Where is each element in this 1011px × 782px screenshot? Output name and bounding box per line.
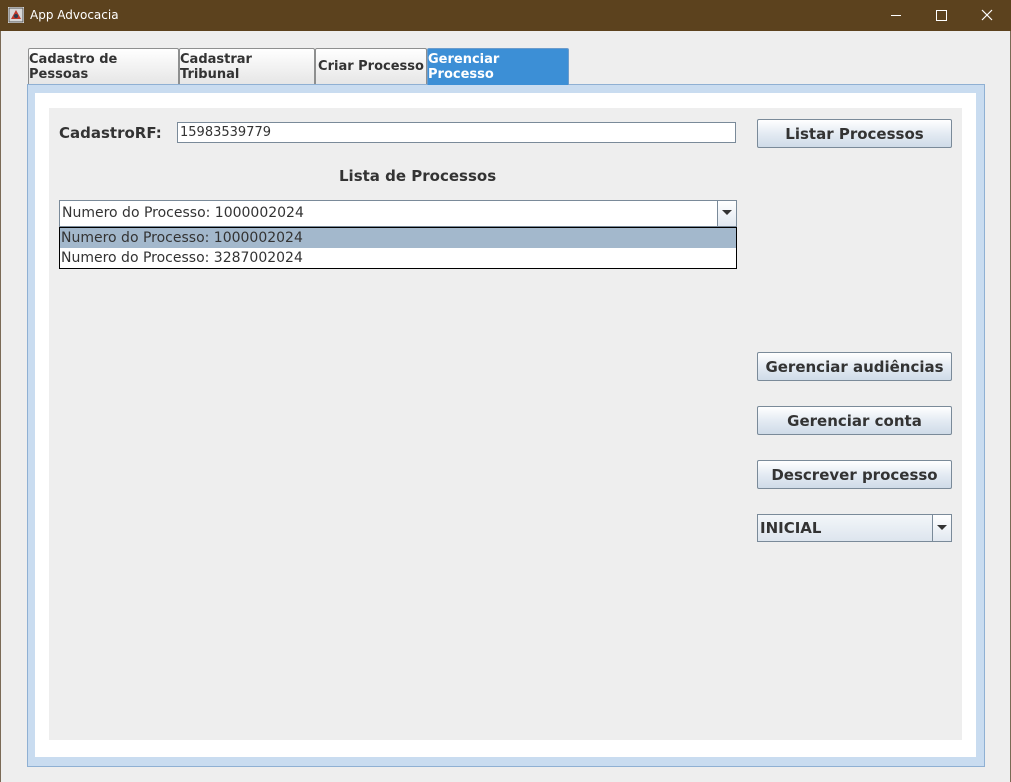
tab-criar-processo[interactable]: Criar Processo — [315, 48, 427, 84]
maximize-icon — [936, 10, 947, 21]
cadastro-rf-label: CadastroRF: — [59, 124, 162, 142]
chevron-down-icon — [937, 525, 947, 530]
cadastro-rf-input[interactable]: 15983539779 — [177, 122, 736, 143]
window-title: App Advocacia — [30, 8, 119, 22]
processo-combo-value: Numero do Processo: 1000002024 — [62, 205, 304, 221]
gerenciar-audiencias-button[interactable]: Gerenciar audiências — [757, 352, 952, 381]
status-combo-value: INICIAL — [760, 519, 822, 537]
listar-processos-button[interactable]: Listar Processos — [757, 119, 952, 148]
minimize-icon — [891, 15, 901, 16]
processo-option[interactable]: Numero do Processo: 1000002024 — [60, 228, 736, 248]
processo-combo[interactable]: Numero do Processo: 1000002024 — [59, 200, 737, 227]
close-icon — [981, 9, 993, 21]
title-bar: App Advocacia — [0, 0, 1011, 31]
close-button[interactable] — [964, 0, 1010, 31]
gerenciar-conta-button[interactable]: Gerenciar conta — [757, 406, 952, 435]
tab-gerenciar-processo[interactable]: Gerenciar Processo — [427, 48, 569, 85]
lista-processos-title: Lista de Processos — [339, 167, 497, 185]
status-combo[interactable]: INICIAL — [757, 514, 952, 542]
tab-cadastrar-tribunal[interactable]: Cadastrar Tribunal — [179, 48, 315, 84]
descrever-processo-button[interactable]: Descrever processo — [757, 460, 952, 489]
maximize-button[interactable] — [918, 0, 964, 31]
app-icon — [8, 7, 24, 23]
minimize-button[interactable] — [873, 0, 919, 31]
processo-dropdown-list: Numero do Processo: 1000002024 Numero do… — [59, 227, 737, 269]
tab-cadastro-de-pessoas[interactable]: Cadastro de Pessoas — [28, 48, 179, 84]
processo-combo-arrow[interactable] — [717, 201, 736, 226]
processo-option[interactable]: Numero do Processo: 3287002024 — [60, 248, 736, 268]
status-combo-arrow[interactable] — [932, 515, 951, 541]
window-border-left — [0, 31, 1, 782]
chevron-down-icon — [722, 210, 732, 215]
